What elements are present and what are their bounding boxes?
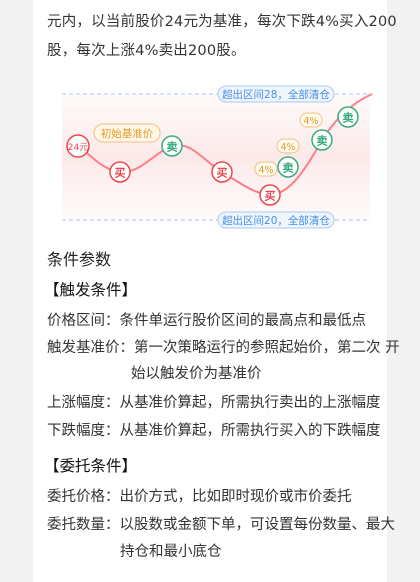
- buy-marker: 买: [259, 184, 281, 206]
- svg-text:4%: 4%: [280, 142, 295, 153]
- upper-bound-label: 超出区间28，全部清仓: [222, 88, 330, 101]
- pct-badge: 4%: [299, 112, 323, 128]
- svg-text:卖: 卖: [317, 134, 328, 148]
- svg-text:4%: 4%: [258, 165, 273, 176]
- svg-text:买: 买: [217, 167, 228, 180]
- param-rise: 上涨幅度：从基准价算起，所需执行卖出的上涨幅度: [47, 395, 381, 411]
- start-callout-label: 初始基准价: [101, 127, 154, 140]
- param-order-qty-cont: 持仓和最小底仓: [120, 544, 222, 560]
- buy-marker: 买: [211, 161, 233, 183]
- grid-trading-diagram: 超出区间28，全部清仓 超出区间20，全部清仓 24元 初始基准价 买 卖 买 …: [62, 85, 373, 229]
- sell-marker: 卖: [311, 129, 333, 151]
- pct-badge: 4%: [276, 138, 300, 154]
- svg-text:买: 买: [115, 167, 126, 180]
- section-title-params: 条件参数: [47, 250, 112, 269]
- sell-marker: 卖: [161, 135, 183, 157]
- sell-marker: 卖: [277, 156, 299, 178]
- pct-badge: 4%: [254, 161, 278, 177]
- svg-text:卖: 卖: [167, 140, 178, 154]
- param-price-range: 价格区间：条件单运行股价区间的最高点和最低点: [47, 313, 366, 329]
- svg-text:卖: 卖: [343, 111, 354, 125]
- param-trigger-base: 触发基准价：第一次策略运行的参照起始价，第二次 开: [47, 340, 400, 356]
- buy-marker: 买: [109, 161, 131, 183]
- upper-bound-tag: 超出区间28，全部清仓: [217, 85, 335, 103]
- svg-text:4%: 4%: [303, 116, 318, 127]
- price-range-band: [62, 94, 370, 220]
- lower-bound-tag: 超出区间20，全部清仓: [217, 211, 335, 229]
- group-title-order: 【委托条件】: [44, 457, 138, 475]
- start-price-label: 24元: [68, 143, 88, 153]
- group-title-trigger: 【触发条件】: [44, 281, 138, 299]
- start-marker: 24元: [66, 134, 90, 158]
- svg-text:卖: 卖: [283, 161, 294, 175]
- param-order-price: 委托价格：出价方式，比如即时现价或市价委托: [47, 489, 352, 505]
- svg-text:买: 买: [265, 190, 276, 203]
- sell-marker: 卖: [337, 106, 359, 128]
- intro-line-1: 元内，以当前股价24元为基准，每次下跌4%买入200: [47, 14, 397, 30]
- start-callout: 初始基准价: [93, 123, 161, 143]
- param-trigger-base-cont: 始以触发价为基准价: [131, 366, 262, 382]
- param-order-qty: 委托数量：以股数或金额下单，可设置每份数量、最大: [47, 517, 395, 533]
- param-fall: 下跌幅度：从基准价算起，所需执行买入的下跌幅度: [47, 423, 381, 439]
- intro-line-2: 股，每次上涨4%卖出200股。: [47, 43, 246, 59]
- lower-bound-label: 超出区间20，全部清仓: [222, 214, 330, 227]
